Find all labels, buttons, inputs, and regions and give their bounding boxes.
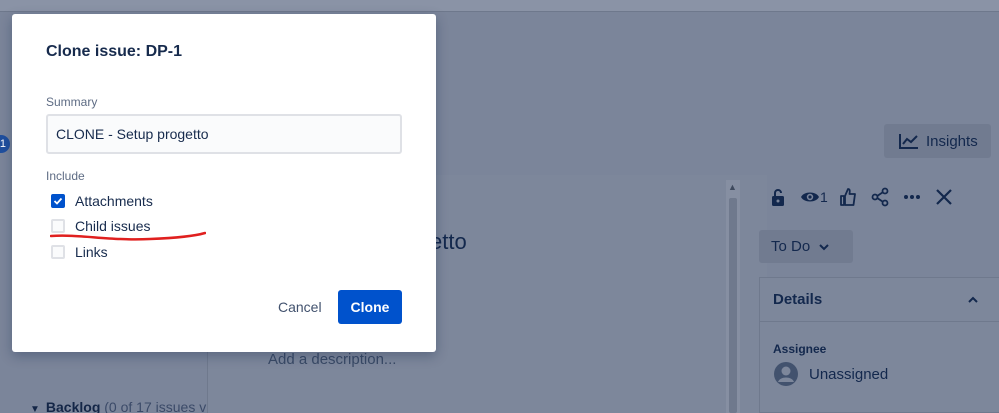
attachments-label: Attachments bbox=[75, 193, 153, 209]
cancel-button[interactable]: Cancel bbox=[270, 290, 330, 324]
clone-issue-dialog: Clone issue: DP-1 Summary Include Attach… bbox=[12, 14, 436, 352]
issue-actions-toolbar: 1 bbox=[762, 182, 960, 212]
scroll-up-icon[interactable]: ▲ bbox=[728, 182, 737, 192]
links-checkbox[interactable]: Links bbox=[51, 244, 108, 260]
checkbox-unchecked-icon[interactable] bbox=[51, 219, 65, 233]
chevron-up-icon bbox=[968, 296, 978, 303]
details-header[interactable]: Details bbox=[760, 278, 999, 322]
status-label: To Do bbox=[771, 238, 811, 255]
chart-trend-icon bbox=[899, 134, 918, 149]
backlog-count: (0 of 17 issues v bbox=[104, 399, 207, 413]
chevron-down-icon: ▼ bbox=[30, 404, 40, 413]
scrollbar-thumb[interactable] bbox=[729, 198, 737, 413]
details-section: Details Assignee Unassigned bbox=[759, 277, 999, 413]
checkbox-unchecked-icon[interactable] bbox=[51, 245, 65, 259]
assignee-label: Assignee bbox=[773, 342, 827, 356]
insights-button[interactable]: Insights bbox=[884, 124, 991, 158]
details-label: Details bbox=[773, 291, 823, 308]
links-label: Links bbox=[75, 244, 108, 260]
insights-label: Insights bbox=[926, 132, 978, 150]
include-label: Include bbox=[46, 169, 85, 183]
child-issues-checkbox[interactable]: Child issues bbox=[51, 218, 150, 234]
summary-input[interactable] bbox=[46, 114, 402, 154]
backlog-label: Backlog bbox=[45, 399, 101, 413]
checkbox-checked-icon[interactable] bbox=[51, 194, 65, 208]
description-placeholder[interactable]: Add a description... bbox=[268, 351, 396, 368]
more-icon[interactable] bbox=[896, 182, 928, 212]
scrollbar[interactable]: ▲ bbox=[726, 180, 740, 413]
summary-label: Summary bbox=[46, 95, 98, 109]
avatar-icon bbox=[774, 362, 798, 386]
watch-count: 1 bbox=[820, 189, 828, 205]
status-dropdown[interactable]: To Do bbox=[759, 230, 853, 263]
assignee-value: Unassigned bbox=[809, 365, 889, 383]
share-icon[interactable] bbox=[864, 182, 896, 212]
assignee-field[interactable]: Unassigned bbox=[773, 361, 888, 387]
dialog-title: Clone issue: DP-1 bbox=[46, 43, 183, 60]
clone-button[interactable]: Clone bbox=[338, 290, 402, 324]
close-icon[interactable] bbox=[928, 182, 960, 212]
child-issues-label: Child issues bbox=[75, 218, 151, 234]
lock-icon[interactable] bbox=[762, 182, 794, 212]
backlog-header[interactable]: ▼ Backlog (0 of 17 issues v bbox=[30, 399, 206, 413]
thumbs-up-icon[interactable] bbox=[832, 182, 864, 212]
top-navigation-bar bbox=[0, 0, 999, 12]
chevron-down-icon bbox=[819, 243, 829, 250]
attachments-checkbox[interactable]: Attachments bbox=[51, 193, 153, 209]
